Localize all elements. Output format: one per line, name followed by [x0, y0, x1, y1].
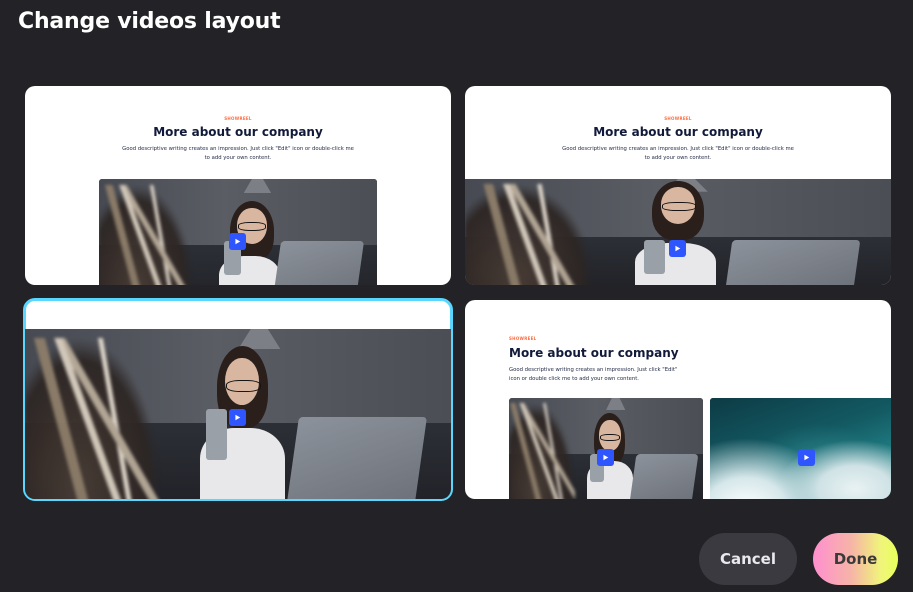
video-thumbnail — [99, 179, 377, 285]
layout-heading: More about our company — [153, 125, 323, 139]
play-icon — [798, 449, 815, 466]
layout-eyebrow: SHOWREEL — [509, 336, 537, 341]
layout-eyebrow: SHOWREEL — [224, 116, 252, 121]
layout-description-line1: Good descriptive writing creates an impr… — [509, 367, 678, 373]
video-thumbnail — [465, 179, 891, 285]
cancel-button[interactable]: Cancel — [699, 533, 797, 585]
layout-description-line1: Good descriptive writing creates an impr… — [122, 146, 354, 152]
done-button[interactable]: Done — [813, 533, 898, 585]
video-thumbnail — [25, 329, 451, 499]
layout-option-4[interactable]: SHOWREEL More about our company Good des… — [465, 300, 891, 499]
video-thumbnail — [509, 398, 703, 499]
play-icon — [597, 449, 614, 466]
dialog-title: Change videos layout — [18, 9, 281, 34]
play-icon — [669, 240, 686, 257]
layout-option-3[interactable] — [23, 298, 453, 501]
layout-eyebrow: SHOWREEL — [664, 116, 692, 121]
layout-option-1[interactable]: SHOWREEL More about our company Good des… — [25, 86, 451, 285]
layout-description-line2: to add your own content. — [204, 155, 272, 161]
layout-description-line2: to add your own content. — [644, 155, 712, 161]
layout-option-2[interactable]: SHOWREEL More about our company Good des… — [465, 86, 891, 285]
video-thumbnail-ocean — [710, 398, 891, 499]
layout-heading: More about our company — [593, 125, 763, 139]
layout-description-line2: icon or double click me to add your own … — [509, 376, 639, 382]
layout-description-line1: Good descriptive writing creates an impr… — [562, 146, 794, 152]
play-icon — [229, 233, 246, 250]
layout-heading: More about our company — [509, 346, 679, 360]
change-layout-dialog: Change videos layout SHOWREEL More about… — [0, 0, 913, 592]
play-icon — [229, 409, 246, 426]
